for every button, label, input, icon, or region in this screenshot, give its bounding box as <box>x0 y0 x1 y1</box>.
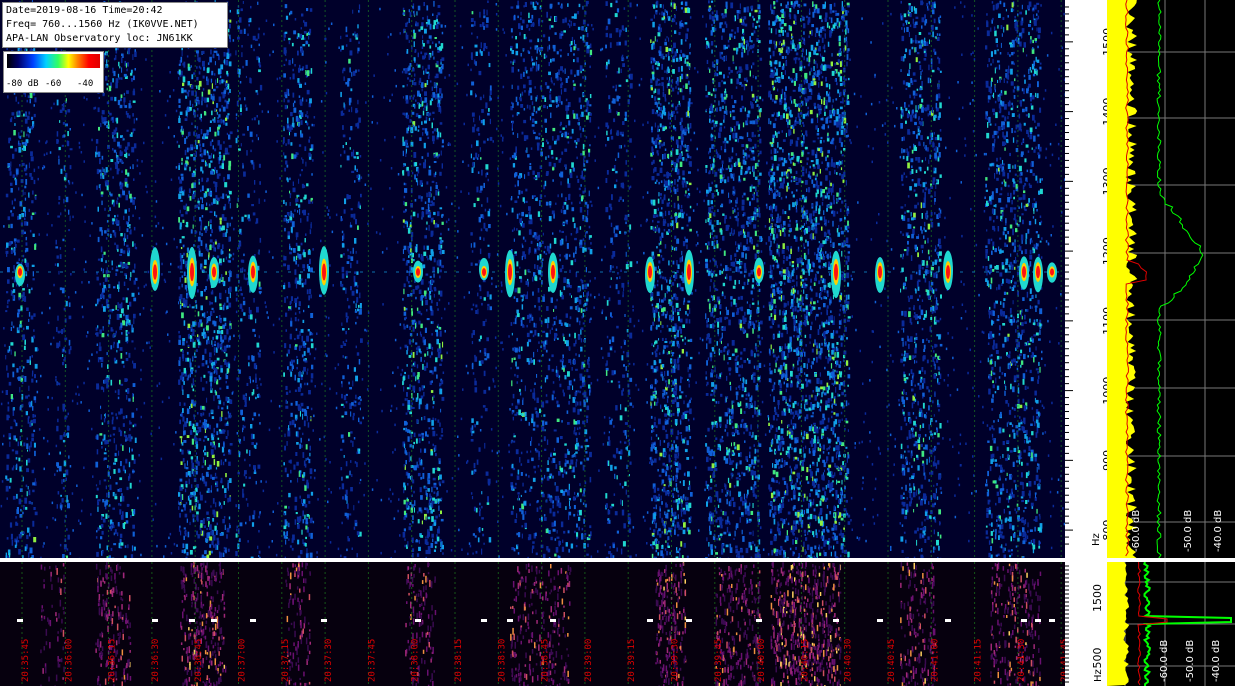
waterfall-main <box>0 0 1065 558</box>
meteor-echo-peak <box>1036 265 1040 279</box>
spectrum-level-fill <box>1107 0 1138 558</box>
sub-echo <box>550 619 556 622</box>
meteor-echo-peak <box>946 265 950 279</box>
meteor-echo-peak <box>212 266 216 278</box>
time-tick-label: 20:39:00 <box>584 639 594 682</box>
time-tick-label: 20:36:30 <box>151 639 161 682</box>
sub-echo <box>877 619 883 622</box>
info-line-freq: Freq= 760...1560 Hz (IK0VVE.NET) <box>6 19 199 30</box>
meteor-echo-peak <box>18 268 22 276</box>
meteor-echo-peak <box>1050 268 1054 276</box>
time-tick-label: 20:38:30 <box>497 639 507 682</box>
sub-spectrum-level-fill <box>1107 562 1130 686</box>
time-tick-label: 20:41:15 <box>974 639 984 682</box>
waterfall-sub: 20:35:45 20:36:00 20:36:15 20:36:30 20:36:45… <box>0 562 1065 686</box>
sub-spectrum-plot: -60.0 dB -50.0 dB -40.0 dB <box>1107 562 1235 686</box>
time-tick-label: 20:40:45 <box>887 639 897 682</box>
time-tick-label: 20:37:15 <box>281 639 291 682</box>
waterfall-noise-layer <box>0 0 1065 558</box>
sub-echo <box>647 619 653 622</box>
spectrum-db-label: -60.0 dB <box>1131 510 1142 552</box>
sub-spectrum-db-label: -60.0 dB <box>1159 640 1170 682</box>
sub-echo <box>17 619 23 622</box>
time-tick-label: 20:38:00 <box>411 639 421 682</box>
time-tick-label: 20:40:30 <box>844 639 854 682</box>
sub-spectrum-db-label: -50.0 dB <box>1185 640 1196 682</box>
colorbar-label-max: -40 <box>77 79 94 89</box>
time-tick-label: 20:37:30 <box>324 639 334 682</box>
sub-echo <box>211 619 217 622</box>
time-tick-label: 20:41:00 <box>930 639 940 682</box>
sub-echo <box>1021 619 1027 622</box>
spectrum-db-label: -50.0 dB <box>1183 510 1194 552</box>
info-line-date: Date=2019-08-16 Time=20:42 <box>6 5 163 16</box>
meteor-echo-peak <box>1022 266 1026 278</box>
time-tick-label: 20:38:15 <box>454 639 464 682</box>
sub-frequency-unit-label: Hz <box>1093 669 1104 682</box>
frequency-unit-label: Hz <box>1091 533 1102 546</box>
meteor-echo-peak <box>878 265 882 279</box>
sub-echo <box>189 619 195 622</box>
sub-frequency-axis-plot: 1500 500Hz <box>1065 565 1104 683</box>
sub-echo <box>250 619 256 622</box>
meteor-echo-peak <box>190 262 194 282</box>
sub-echo <box>686 619 692 622</box>
meteor-echo-peak <box>757 267 761 277</box>
info-line-location: APA-LAN Observatory loc: JN61KK <box>6 33 193 44</box>
spectrum-peak-line <box>1156 0 1204 558</box>
colorbar-legend: -80 dB -60 -40 <box>3 51 104 93</box>
sub-echo <box>507 619 513 622</box>
time-tick-label: 20:36:45 <box>194 639 204 682</box>
spectrum-panel: -60.0 dB -50.0 dB -40.0 dB <box>1107 0 1235 558</box>
sub-spectrum-db-label: -40.0 dB <box>1211 640 1222 682</box>
frequency-axis: 1500 1400 1300 1200 1100 1000 900 800 Hz <box>1065 0 1107 558</box>
time-tick-label: 20:35:45 <box>21 639 31 682</box>
time-tick-label: 20:39:45 <box>714 639 724 682</box>
time-tick-label: 20:36:15 <box>108 639 118 682</box>
meteor-echo-peak <box>648 265 652 279</box>
sub-frequency-axis: 1500 500 Hz <box>1065 562 1107 686</box>
colorbar-gradient <box>7 54 100 68</box>
sub-echo <box>321 619 327 622</box>
time-tick-label: 20:37:00 <box>238 639 248 682</box>
sub-echo <box>756 619 762 622</box>
info-box: Date=2019-08-16 Time=20:42 Freq= 760...1… <box>2 2 228 48</box>
meteor-echo-peak <box>551 264 555 280</box>
sub-echo <box>1035 619 1041 622</box>
sub-frequency-tick-label: 500 <box>1091 648 1104 669</box>
time-tick-label: 20:39:15 <box>627 639 637 682</box>
sub-echo <box>833 619 839 622</box>
sub-spectrum-panel: -60.0 dB -50.0 dB -40.0 dB <box>1107 562 1235 686</box>
meteor-echo-peak <box>687 264 691 281</box>
sub-echo <box>1049 619 1055 622</box>
sub-frequency-tick-label: 1500 <box>1091 584 1104 612</box>
meteor-echo-peak <box>482 268 486 276</box>
time-tick-label: 20:40:15 <box>800 639 810 682</box>
colorbar-label-mid: -60 <box>45 79 62 89</box>
meteor-echo-peak <box>251 265 255 279</box>
frequency-axis-plot: 150014001300120011001000900800Hz <box>1065 6 1107 546</box>
time-tick-label: 20:37:45 <box>367 639 377 682</box>
sub-echo <box>481 619 487 622</box>
meteor-echo-peak <box>153 264 157 280</box>
meteor-echo-peak <box>322 263 326 281</box>
waterfall-main-plot <box>0 0 1065 558</box>
sub-echo <box>152 619 158 622</box>
spectrum-plot: -60.0 dB -50.0 dB -40.0 dB <box>1107 0 1235 558</box>
colorbar-label-min: -80 dB <box>6 79 39 89</box>
meteor-echo-peak <box>508 263 512 281</box>
spectrum-db-label: -40.0 dB <box>1213 510 1224 552</box>
meteor-echo-peak <box>416 268 420 276</box>
waterfall-sub-plot: 20:35:45 20:36:00 20:36:15 20:36:30 20:36:45… <box>17 562 1065 686</box>
time-tick-label: 20:40:00 <box>757 639 767 682</box>
time-tick-label: 20:38:45 <box>541 639 551 682</box>
time-tick-label: 20:36:00 <box>64 639 74 682</box>
sub-echo <box>945 619 951 622</box>
time-tick-label: 20:41:30 <box>1017 639 1027 682</box>
meteor-echo-peak <box>834 263 838 281</box>
sub-echo <box>415 619 421 622</box>
time-tick-label: 20:39:30 <box>671 639 681 682</box>
